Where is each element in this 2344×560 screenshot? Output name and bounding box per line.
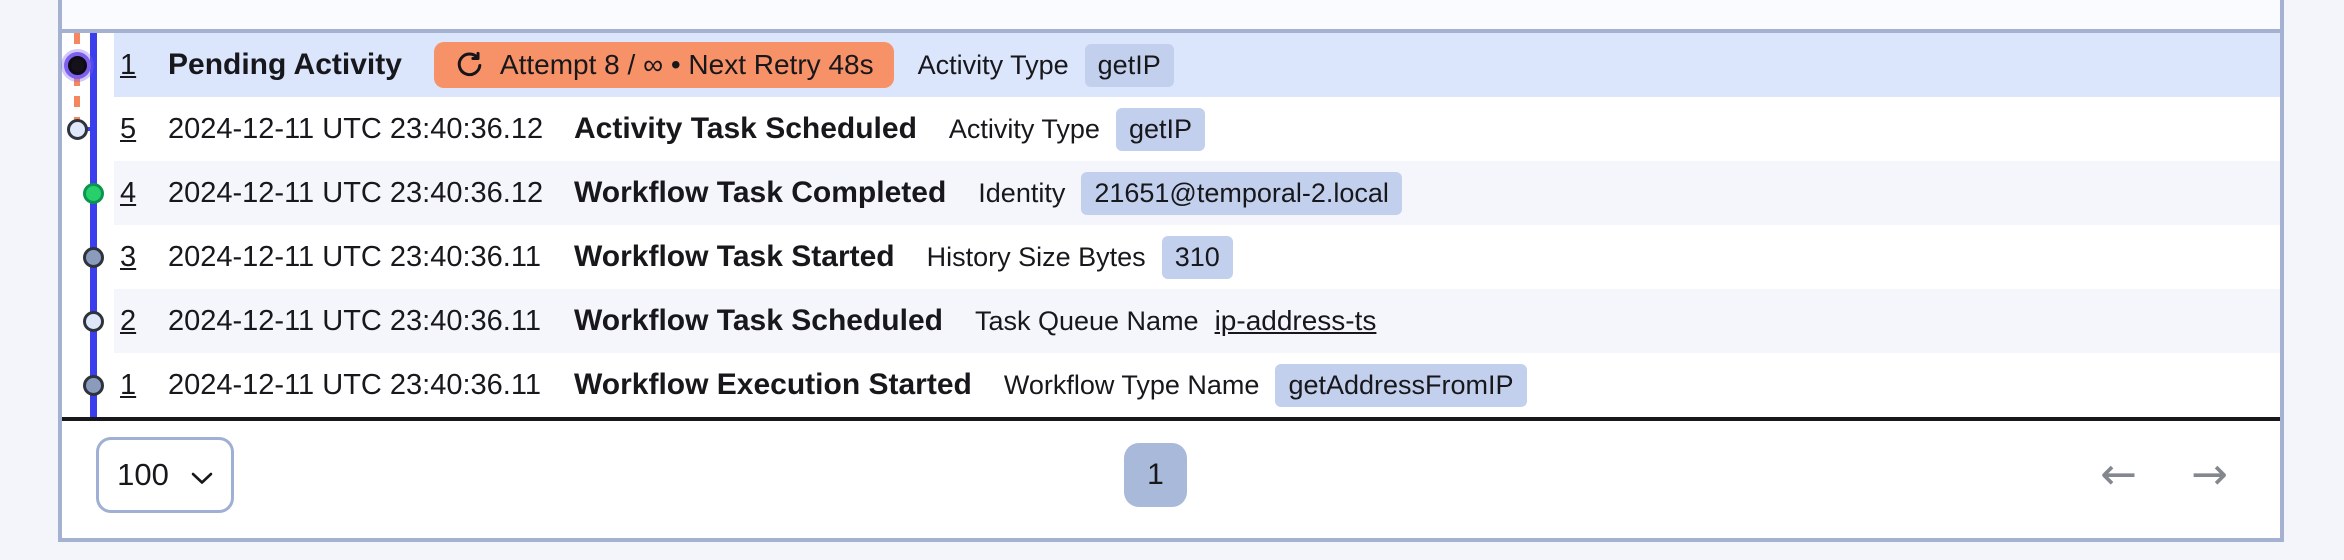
page-size-select[interactable]: 100: [96, 437, 234, 513]
event-name: Workflow Task Scheduled: [574, 304, 943, 337]
event-history-table: 1 Pending Activity Attempt 8 / ∞ • Next …: [62, 33, 2280, 417]
attribute-label: Identity: [978, 177, 1066, 208]
event-name: Pending Activity: [168, 48, 402, 81]
event-dot-started-1: [83, 375, 104, 396]
event-name: Workflow Task Started: [574, 240, 895, 273]
pagination-footer: 100 1 ← →: [62, 421, 2280, 529]
page-size-value: 100: [117, 457, 169, 492]
event-timeline: [62, 33, 114, 417]
event-id-link[interactable]: 1: [114, 49, 168, 82]
card-top-strip: [62, 0, 2280, 33]
event-name: Activity Task Scheduled: [574, 112, 917, 145]
event-row[interactable]: 5 2024-12-11 UTC 23:40:36.12 Activity Ta…: [62, 97, 2280, 161]
attribute-value-badge: getIP: [1115, 107, 1205, 151]
event-id-link[interactable]: 4: [114, 177, 168, 210]
event-name: Workflow Execution Started: [574, 368, 972, 401]
event-row[interactable]: 4 2024-12-11 UTC 23:40:36.12 Workflow Ta…: [62, 161, 2280, 225]
current-page-button[interactable]: 1: [1124, 443, 1187, 507]
attribute-value-badge: getIP: [1084, 43, 1174, 87]
task-queue-link[interactable]: ip-address-ts: [1215, 305, 1377, 337]
retry-text: Attempt 8 / ∞ • Next Retry 48s: [499, 49, 874, 80]
event-id-link[interactable]: 3: [114, 241, 168, 274]
event-dot-started-3: [83, 247, 104, 268]
event-row[interactable]: 3 2024-12-11 UTC 23:40:36.11 Workflow Ta…: [62, 225, 2280, 289]
attribute-label: Workflow Type Name: [1003, 369, 1260, 400]
event-id-link[interactable]: 2: [114, 305, 168, 338]
event-timestamp: 2024-12-11 UTC 23:40:36.12: [168, 112, 544, 145]
event-id-link[interactable]: 1: [114, 369, 168, 402]
event-row[interactable]: 1 2024-12-11 UTC 23:40:36.11 Workflow Ex…: [62, 353, 2280, 417]
timeline-line: [90, 33, 97, 417]
next-page-arrow-icon[interactable]: →: [2191, 453, 2228, 497]
event-history-card: 1 Pending Activity Attempt 8 / ∞ • Next …: [58, 0, 2284, 542]
attribute-label: Activity Type: [948, 113, 1100, 144]
attribute-label: Activity Type: [917, 49, 1069, 80]
event-dot-completed-4: [83, 183, 104, 204]
event-timestamp: 2024-12-11 UTC 23:40:36.11: [168, 368, 541, 401]
retry-icon: [454, 50, 485, 81]
event-id-link[interactable]: 5: [114, 113, 168, 146]
attribute-value-badge: 310: [1161, 235, 1233, 279]
pager-arrows: ← →: [2100, 421, 2228, 529]
event-row[interactable]: 2 2024-12-11 UTC 23:40:36.11 Workflow Ta…: [62, 289, 2280, 353]
retry-status-badge: Attempt 8 / ∞ • Next Retry 48s: [433, 42, 894, 88]
event-dot-scheduled-2: [83, 311, 104, 332]
event-dot-scheduled-5: [67, 119, 88, 140]
attribute-value-badge: 21651@temporal-2.local: [1081, 171, 1402, 215]
event-timestamp: 2024-12-11 UTC 23:40:36.11: [168, 240, 541, 273]
event-timestamp: 2024-12-11 UTC 23:40:36.12: [168, 176, 544, 209]
chevron-down-icon: [191, 457, 213, 493]
attribute-label: Task Queue Name: [974, 305, 1199, 336]
attribute-value-badge: getAddressFromIP: [1275, 363, 1527, 407]
attribute-label: History Size Bytes: [926, 241, 1146, 272]
event-name: Workflow Task Completed: [574, 176, 947, 209]
pending-retry-dashed-line: [74, 33, 80, 133]
event-timestamp: 2024-12-11 UTC 23:40:36.11: [168, 304, 541, 337]
pending-activity-dot: [68, 56, 87, 75]
pending-activity-row[interactable]: 1 Pending Activity Attempt 8 / ∞ • Next …: [62, 33, 2280, 97]
previous-page-arrow-icon[interactable]: ←: [2100, 453, 2137, 497]
